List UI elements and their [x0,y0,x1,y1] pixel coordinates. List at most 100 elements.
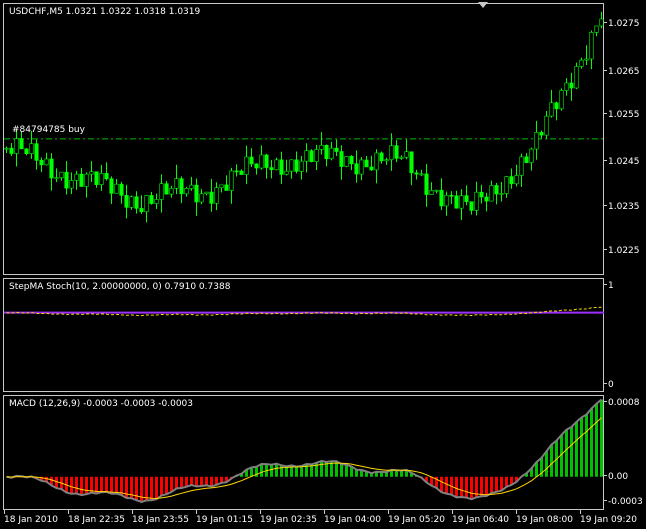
candle-body [4,147,9,150]
time-axis-label: 19 Jan 02:35 [260,515,317,525]
candle-body [264,154,269,168]
candle-body [374,152,379,171]
candle-body [289,159,294,172]
order-label[interactable]: #84794785 buy [12,125,85,135]
candle-body [109,178,114,194]
stoch-axis-label: 0 [608,380,614,390]
candle-body [9,147,14,154]
macd-axis-label: 0.00 [608,472,629,482]
candle-body [404,151,409,158]
candle-body [534,132,539,150]
candle-body [84,173,89,187]
candle-body [559,90,564,110]
candle-body [244,156,249,175]
candle-body [564,82,569,91]
candle-body [339,151,344,167]
stoch-canvas [4,306,604,317]
candle-body [334,147,339,152]
candle-body [269,167,274,171]
price-axis-label: 1.0265 [608,67,640,77]
macd-indicator-pane[interactable]: MACD (12,26,9) -0.0003 -0.0003 -0.0003 [3,395,604,510]
x-axis-tick [68,510,69,514]
candle-body [394,145,399,159]
x-axis-tick [580,510,581,514]
candle-body [169,188,174,195]
candle-body [429,190,434,195]
candle-body [499,193,504,195]
candle-body [99,173,104,185]
y-axis-tick [604,22,607,23]
macd-axis-label: -0.0003 [608,497,643,507]
candle-body [489,185,494,202]
macd-axis-label: 0.0008 [608,398,640,408]
candle-body [524,156,529,163]
y-axis-tick [604,113,607,114]
candle-body [574,66,579,89]
candle-body [594,25,599,33]
candle-body [249,156,254,165]
time-axis-label: 19 Jan 01:15 [196,515,253,525]
candle-body [529,148,534,163]
price-axis-label: 1.0255 [608,110,640,120]
y-axis-tick [604,205,607,206]
candle-body [59,171,64,179]
candle-body [224,184,229,191]
chart-shift-marker-icon[interactable] [478,2,488,8]
candle-body [569,82,574,89]
candle-body [484,196,489,202]
time-axis-label: 18 Jan 22:35 [68,515,125,525]
y-axis-tick [604,401,607,402]
y-axis-tick [604,475,607,476]
candle-body [174,178,179,189]
x-axis-tick [388,510,389,514]
x-axis-tick [324,510,325,514]
candle-body [459,195,464,209]
candle-body [554,102,559,110]
stoch-axis-label: 1 [608,281,614,291]
price-chart-canvas [4,11,604,223]
candle-body [424,173,429,195]
candle-body [364,159,369,168]
candle-body [439,189,444,207]
candle-body [144,195,149,213]
candle-body [124,195,129,208]
candle-body [209,191,214,204]
candle-body [284,170,289,175]
candle-body [199,193,204,203]
candle-body [579,59,584,67]
candle-body [44,158,49,166]
candle-body [419,173,424,176]
candle-body [274,159,279,171]
candle-body [509,176,514,185]
time-axis-label: 19 Jan 06:40 [452,515,509,525]
candle-body [189,184,194,189]
candle-body [299,160,304,172]
time-axis-label: 19 Jan 05:20 [388,515,445,525]
candle-body [304,150,309,162]
candle-body [29,143,34,154]
candle-body [384,159,389,162]
candle-body [19,138,24,150]
candle-body [64,171,69,189]
price-chart-pane[interactable]: USDCHF,M5 1.0321 1.0322 1.0318 1.0319 #8… [3,3,604,275]
candle-body [449,194,454,197]
candle-body [159,183,164,200]
candle-body [24,148,29,154]
candle-body [519,156,524,176]
candle-body [239,170,244,175]
stoch-indicator-pane[interactable]: StepMA Stoch(10, 2.00000000, 0) 0.7910 0… [3,278,604,392]
candle-body [119,183,124,196]
candle-body [184,188,189,195]
candle-body [49,158,54,179]
y-axis-tick [604,70,607,71]
candle-body [149,195,154,204]
candle-body [319,144,324,150]
candle-body [359,159,364,175]
candle-body [89,171,94,175]
candle-body [314,149,319,162]
candle-body [94,171,99,185]
time-axis-label: 19 Jan 04:00 [324,515,381,525]
candle-body [254,163,259,169]
candle-body [114,183,119,194]
candle-body [494,185,499,195]
